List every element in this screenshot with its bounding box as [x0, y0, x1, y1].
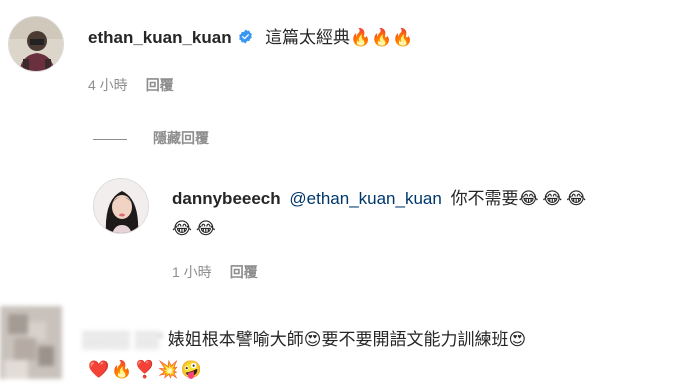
- reply-button[interactable]: 回覆: [230, 264, 258, 280]
- comment-username[interactable]: ethan_kuan_kuan: [88, 28, 232, 47]
- avatar-ethan-kuan-kuan[interactable]: [8, 16, 64, 72]
- reply-username[interactable]: dannybeeech: [172, 189, 281, 208]
- avatar-blurred[interactable]: [0, 306, 62, 379]
- avatar-image: [9, 17, 63, 71]
- comment2-text-part1: 婊姐根本譬喻大師: [167, 330, 304, 349]
- reply-timestamp: 1 小時: [172, 264, 212, 280]
- comment-text: 這篇太經典: [265, 28, 351, 47]
- reply-emojis-line2: 😂😂: [172, 219, 220, 239]
- comment2-text-part2: 要不要開語文能力訓練班: [321, 330, 509, 349]
- avatar-image: [0, 306, 62, 379]
- reply-row: dannybeeech @ethan_kuan_kuan 你不需要😂😂😂 😂😂: [172, 184, 682, 244]
- divider-line: [93, 138, 127, 140]
- comment2-username[interactable]: ▒▒▒▒ ▒▒': [82, 330, 168, 349]
- comment2-emojis-line2: ❤️🔥❣️💥🤪: [88, 360, 204, 380]
- hide-replies-button[interactable]: 隱藏回覆: [93, 128, 209, 148]
- comment-meta: 4 小時 回覆: [88, 75, 174, 95]
- avatar-image: [94, 179, 148, 233]
- comment-emojis: 🔥🔥🔥: [350, 28, 414, 48]
- verified-badge-icon: [238, 29, 252, 44]
- comment2-row: ▒▒▒▒ ▒▒' 婊姐根本譬喻大師😍要不要開語文能力訓練班😍 ❤️🔥❣️💥🤪: [82, 325, 688, 385]
- comment-timestamp: 4 小時: [88, 77, 128, 93]
- reply-mention-link[interactable]: @ethan_kuan_kuan: [289, 189, 441, 208]
- avatar-dannybeeech[interactable]: [93, 178, 149, 234]
- hide-replies-label: 隱藏回覆: [153, 130, 209, 146]
- comment2-emoji1: 😍: [303, 330, 322, 350]
- reply-emojis-line1: 😂😂😂: [518, 189, 591, 209]
- reply-button[interactable]: 回覆: [146, 77, 174, 93]
- reply-text: 你不需要: [450, 189, 519, 208]
- comment2-emoji2: 😍: [508, 330, 527, 350]
- reply-meta: 1 小時 回覆: [172, 262, 258, 282]
- comment-row: ethan_kuan_kuan 這篇太經典🔥🔥🔥: [88, 26, 688, 52]
